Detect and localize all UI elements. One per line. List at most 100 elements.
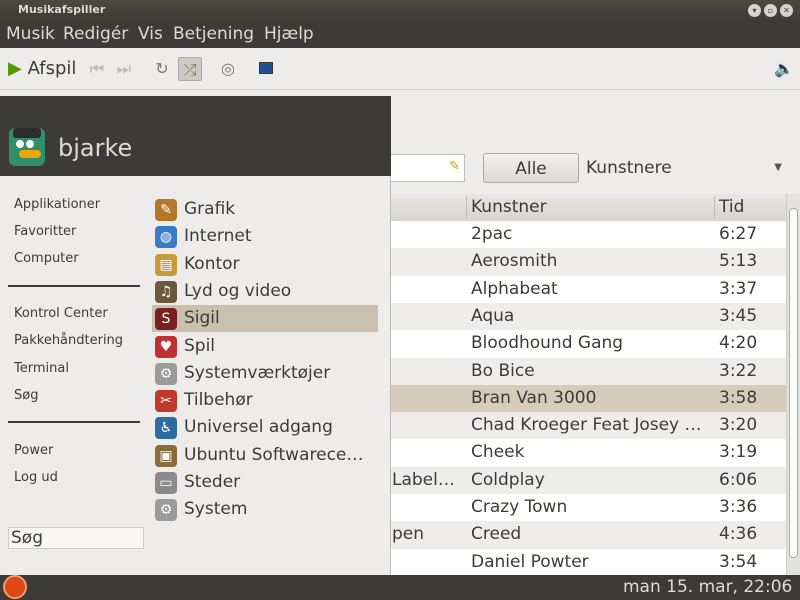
- column-header-time[interactable]: Tid: [719, 194, 744, 221]
- category-label: Grafik: [184, 199, 236, 219]
- table-row[interactable]: Bloodhound Gang 4:20: [390, 330, 786, 357]
- category-item[interactable]: ✂ Tilbehør: [152, 387, 378, 414]
- bottom-panel: man 15. mar, 22:06: [0, 575, 800, 600]
- all-button-label: Alle: [515, 159, 547, 179]
- link-log-ud[interactable]: Log ud: [14, 470, 58, 485]
- category-item[interactable]: ⚙ Systemværktøjer: [152, 360, 378, 387]
- cell-time: 3:20: [719, 415, 758, 436]
- avatar: [9, 128, 45, 166]
- category-item[interactable]: S Sigil: [152, 305, 378, 333]
- cell-time: 3:45: [719, 305, 758, 326]
- play-button[interactable]: ▶ Afspil: [8, 56, 76, 82]
- visualization-icon[interactable]: [254, 57, 278, 81]
- table-row[interactable]: Crazy Town 3:36: [390, 494, 786, 521]
- category-item[interactable]: ⚙ System: [152, 496, 378, 523]
- link-power[interactable]: Power: [14, 443, 53, 458]
- browser-bar: ✎ Alle Kunstnere ▼: [390, 148, 800, 188]
- category-item[interactable]: ▣ Ubuntu Softwarece…: [152, 442, 378, 469]
- gear-icon: ⚙: [155, 499, 177, 522]
- category-item[interactable]: ▭ Steder: [152, 469, 378, 496]
- volume-icon[interactable]: 🔈: [772, 57, 796, 81]
- table-row[interactable]: Bran Van 3000 3:58: [390, 384, 786, 413]
- cell-artist: Creed: [471, 524, 522, 545]
- category-label: Steder: [184, 472, 241, 492]
- menu-rediger[interactable]: Redigér: [63, 20, 128, 48]
- category-item[interactable]: ◍ Internet: [152, 223, 378, 250]
- user-name: bjarke: [58, 134, 133, 162]
- tools-icon: ✂: [155, 390, 177, 413]
- table-row[interactable]: Aerosmith 5:13: [390, 248, 786, 276]
- close-button[interactable]: ✕: [780, 4, 793, 17]
- minimize-button[interactable]: ▾: [748, 4, 761, 17]
- all-button[interactable]: Alle: [483, 153, 579, 183]
- accessibility-icon: ♿: [155, 417, 177, 440]
- cell-artist: Bo Bice: [471, 360, 535, 381]
- repeat-icon[interactable]: ↻: [150, 57, 174, 81]
- clock[interactable]: man 15. mar, 22:06: [623, 577, 792, 597]
- separator: [8, 285, 140, 287]
- cell-time: 5:13: [719, 251, 758, 272]
- scrollbar-thumb[interactable]: [789, 208, 798, 558]
- menu-hjaelp[interactable]: Hjælp: [264, 20, 314, 48]
- link-computer[interactable]: Computer: [14, 251, 79, 266]
- title-bar: Musikafspiller ▾ ▫ ✕: [0, 0, 800, 20]
- link-favoritter[interactable]: Favoritter: [14, 224, 76, 239]
- menu-musik[interactable]: Musik: [6, 20, 55, 48]
- play-icon: ▶: [8, 58, 22, 79]
- search-field[interactable]: ✎: [390, 154, 465, 182]
- table-row[interactable]: Aqua 3:45: [390, 302, 786, 331]
- clear-icon[interactable]: ✎: [449, 159, 460, 174]
- cd-icon[interactable]: ◎: [216, 57, 240, 81]
- mint-menu-panel: bjarke Applikationer Favoritter Computer…: [0, 96, 391, 575]
- menu-betjening[interactable]: Betjening: [173, 20, 254, 48]
- cell-time: 3:19: [719, 442, 758, 463]
- ubuntu-logo-icon[interactable]: [3, 575, 27, 599]
- column-header-artist[interactable]: Kunstner: [471, 194, 711, 221]
- table-row[interactable]: Label… Coldplay 6:06: [390, 466, 786, 494]
- maximize-button[interactable]: ▫: [764, 4, 777, 17]
- software-center-icon: ▣: [155, 444, 177, 467]
- cards-icon: ♥: [155, 335, 177, 358]
- category-item[interactable]: ▤ Kontor: [152, 251, 378, 278]
- table-header: Kunstner Tid: [390, 194, 786, 222]
- category-item[interactable]: ♫ Lyd og video: [152, 278, 378, 305]
- category-label: Universel adgang: [184, 417, 333, 438]
- gear-icon: ⚙: [155, 362, 177, 385]
- category-item[interactable]: ♿ Universel adgang: [152, 414, 378, 441]
- play-label: Afspil: [27, 58, 77, 79]
- cell-time: 3:37: [719, 278, 758, 299]
- scrollbar[interactable]: [786, 194, 800, 575]
- globe-icon: ◍: [155, 226, 177, 249]
- shuffle-icon[interactable]: ⤮: [178, 57, 202, 81]
- table-row[interactable]: Alphabeat 3:37: [390, 276, 786, 303]
- table-row[interactable]: pen Creed 4:36: [390, 521, 786, 549]
- category-item[interactable]: ✎ Grafik: [152, 196, 378, 223]
- table-row[interactable]: Daniel Powter 3:54: [390, 549, 786, 575]
- cell-album: Label…: [392, 469, 455, 490]
- table-row[interactable]: Chad Kroeger Feat Josey … 3:20: [390, 412, 786, 440]
- column-divider: [466, 196, 467, 218]
- view-select[interactable]: Kunstnere ▼: [586, 153, 786, 183]
- link-soeg[interactable]: Søg: [14, 388, 38, 403]
- next-icon[interactable]: ⏭: [112, 57, 136, 81]
- search-input[interactable]: Søg: [8, 527, 144, 549]
- table-row[interactable]: 2pac 6:27: [390, 221, 786, 248]
- cell-time: 3:54: [719, 551, 758, 572]
- category-label: Internet: [184, 226, 252, 247]
- previous-icon[interactable]: ⏮: [85, 57, 109, 81]
- cell-artist: Daniel Powter: [471, 551, 589, 572]
- link-kontrol-center[interactable]: Kontrol Center: [14, 306, 108, 321]
- link-applikationer[interactable]: Applikationer: [14, 197, 100, 212]
- table-row[interactable]: Cheek 3:19: [390, 439, 786, 466]
- category-label: Spil: [184, 335, 216, 356]
- cell-artist: Alphabeat: [471, 278, 558, 299]
- table-row[interactable]: Bo Bice 3:22: [390, 357, 786, 385]
- link-terminal[interactable]: Terminal: [14, 361, 69, 376]
- cell-time: 4:36: [719, 524, 758, 545]
- category-label: System: [184, 499, 248, 520]
- category-item[interactable]: ♥ Spil: [152, 333, 378, 360]
- menu-vis[interactable]: Vis: [138, 20, 163, 48]
- cell-time: 6:27: [719, 224, 758, 244]
- link-pakkehaandtering[interactable]: Pakkehåndtering: [14, 333, 123, 348]
- cell-artist: Crazy Town: [471, 497, 568, 517]
